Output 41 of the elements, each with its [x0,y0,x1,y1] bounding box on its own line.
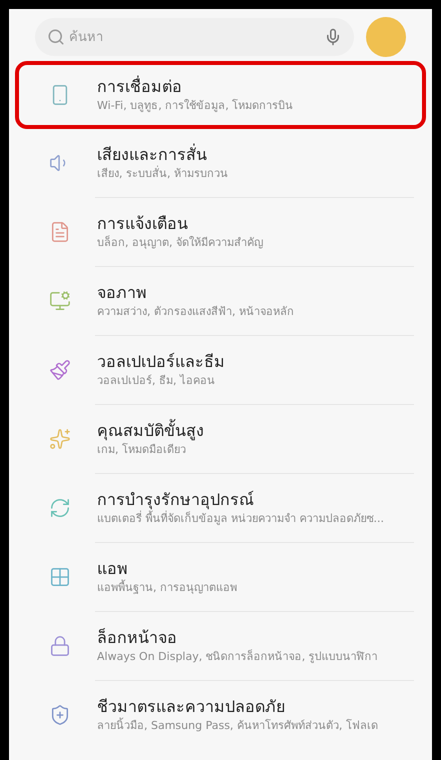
grid-icon [49,566,71,588]
item-title: ชีวมาตรและความปลอดภัย [97,696,286,718]
item-subtitle: ลายนิ้วมือ, Samsung Pass, ค้นหาโทรศัพท์ส่วนตัว, โฟลเด [97,718,378,734]
item-title: การแจ้งเตือน [97,213,189,235]
sparkle-icon [49,428,71,450]
settings-item[interactable]: คุณสมบัติขั้นสูง เกม, โหมดมือเดียว [15,405,426,473]
item-subtitle: บล็อก, อนุญาต, จัดให้มีความสำคัญ [97,235,263,251]
item-title: เสียงและการสั่น [97,144,208,166]
item-title: ล็อกหน้าจอ [97,627,178,649]
settings-item[interactable]: เสียงและการสั่น เสียง, ระบบสั่น, ห้ามรบกวน [15,129,426,197]
search-field[interactable]: ค้นหา [35,18,354,56]
circular-arrows-icon [49,497,71,519]
settings-item[interactable]: การแจ้งเตือน บล็อก, อนุญาต, จัดให้มีความสำคัญ [15,198,426,266]
item-subtitle: เกม, โหมดมือเดียว [97,442,187,458]
lock-icon [49,635,71,657]
item-title: คุณสมบัติขั้นสูง [97,420,204,442]
settings-item[interactable]: จอภาพ ความสว่าง, ตัวกรองแสงสีฟ้า, หน้าจอหลัก [15,267,426,335]
item-title: จอภาพ [97,282,148,304]
settings-item[interactable]: ชีวมาตรและความปลอดภัย ลายนิ้วมือ, Samsung Pass, ค้นหาโทรศัพท์ส่วนตัว, โฟลเด [15,681,426,749]
settings-item[interactable]: วอลเปเปอร์และธีม วอลเปเปอร์, ธีม, ไอคอน [15,336,426,404]
item-title: วอลเปเปอร์และธีม [97,351,225,373]
item-subtitle: แบตเตอรี่ พื้นที่จัดเก็บข้อมูล หน่วยความจำ ความปลอดภัยซ... [97,511,384,527]
settings-item[interactable]: การบำรุงรักษาอุปกรณ์ แบตเตอรี่ พื้นที่จัดเก็บข้อมูล หน่วยความจำ ความปลอดภัยซ... [15,474,426,542]
item-title: แอพ [97,558,129,580]
brush-icon [49,359,71,381]
settings-item[interactable]: ล็อกหน้าจอ Always On Display, ชนิดการล็อกหน้าจอ, รูปแบบนาฬิกา [15,612,426,680]
shield-icon [49,704,71,726]
item-subtitle: เสียง, ระบบสั่น, ห้ามรบกวน [97,166,228,182]
item-subtitle: แอพพื้นฐาน, การอนุญาตแอพ [97,580,237,596]
item-title: การเชื่อมต่อ [97,76,183,98]
settings-item[interactable]: การเชื่อมต่อ Wi-Fi, บลูทูธ, การใช้ข้อมูล, โหมดการบิน [15,61,426,129]
item-subtitle: ความสว่าง, ตัวกรองแสงสีฟ้า, หน้าจอหลัก [97,304,294,320]
document-icon [49,221,71,243]
item-subtitle: Always On Display, ชนิดการล็อกหน้าจอ, รูปแบบนาฬิกา [97,649,378,665]
item-title: การบำรุงรักษาอุปกรณ์ [97,489,255,510]
screen-gear-icon [49,290,71,312]
search-icon [47,28,65,46]
item-subtitle: วอลเปเปอร์, ธีม, ไอคอน [97,373,216,389]
microphone-icon[interactable] [324,28,342,46]
item-subtitle: Wi-Fi, บลูทูธ, การใช้ข้อมูล, โหมดการบิน [97,98,294,114]
settings-item[interactable]: แอพ แอพพื้นฐาน, การอนุญาตแอพ [15,543,426,611]
